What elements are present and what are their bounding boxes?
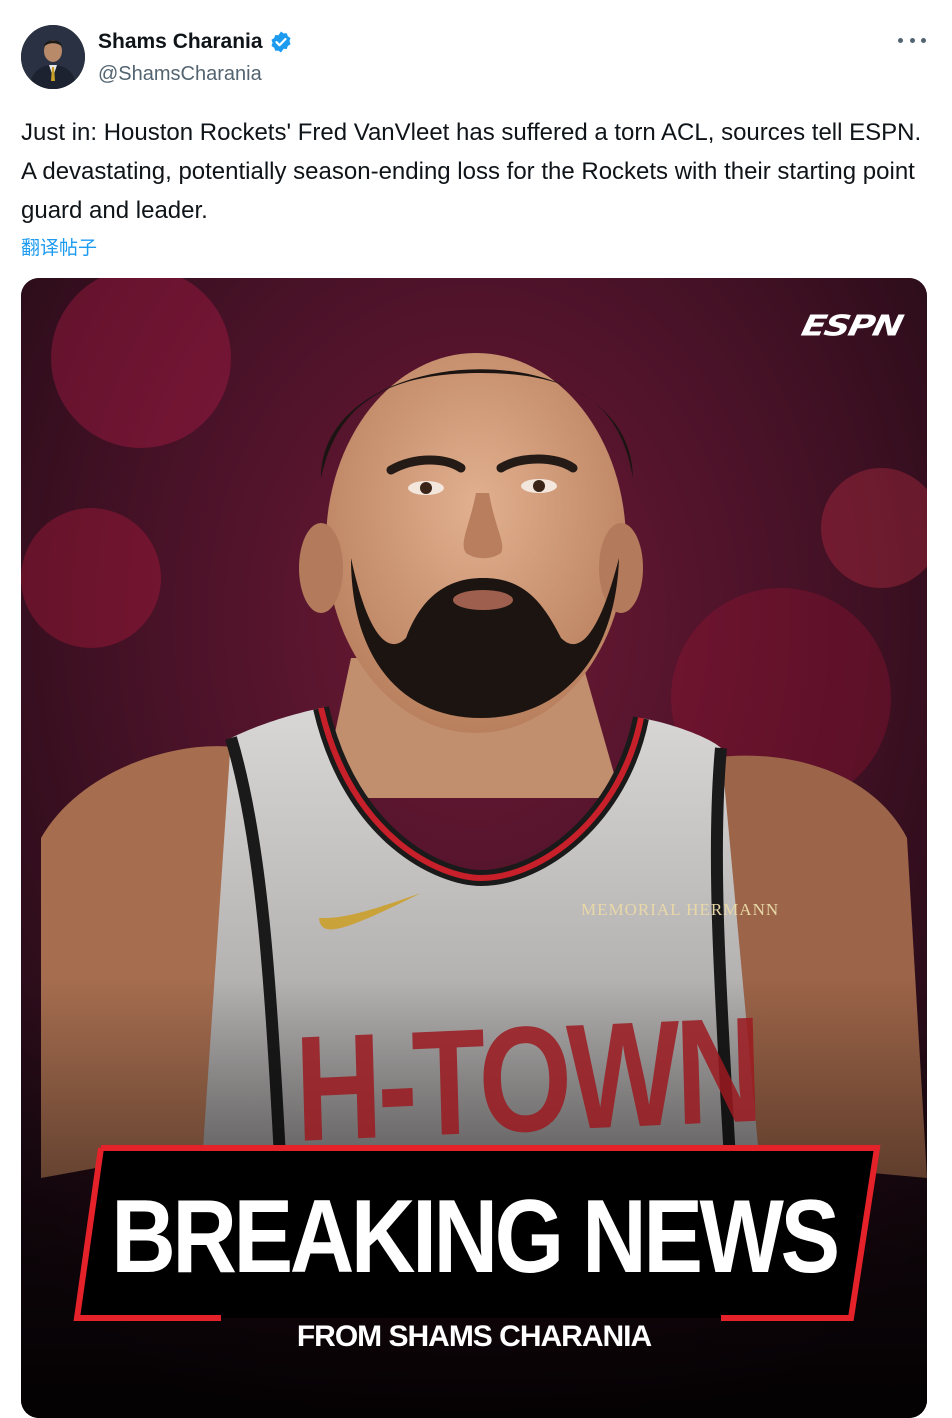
translate-post-link[interactable]: 翻译帖子 <box>21 233 97 260</box>
author-handle[interactable]: @ShamsCharania <box>98 63 262 86</box>
espn-logo: ESPN <box>798 310 905 343</box>
jersey-wordmark: H-TOWN <box>293 984 760 1173</box>
tweet-text: Just in: Houston Rockets' Fred VanVleet … <box>21 119 922 224</box>
breaking-news-subtitle: FROM SHAMS CHARANIA <box>296 1320 652 1353</box>
breaking-news-title: BREAKING NEWS <box>111 1179 840 1295</box>
author-name[interactable]: Shams Charania <box>98 30 293 54</box>
author-name-text: Shams Charania <box>98 30 263 53</box>
jersey-sponsor-text: MEMORIAL HERMANN <box>581 900 780 919</box>
tweet-media-image[interactable]: ESPN MEMORIAL HERMANN H-TOWN BREAKING NE… <box>21 278 927 1418</box>
verified-badge-icon <box>269 30 293 54</box>
avatar-photo <box>21 25 85 89</box>
author-avatar[interactable] <box>21 25 85 89</box>
more-options-icon[interactable] <box>898 30 926 50</box>
